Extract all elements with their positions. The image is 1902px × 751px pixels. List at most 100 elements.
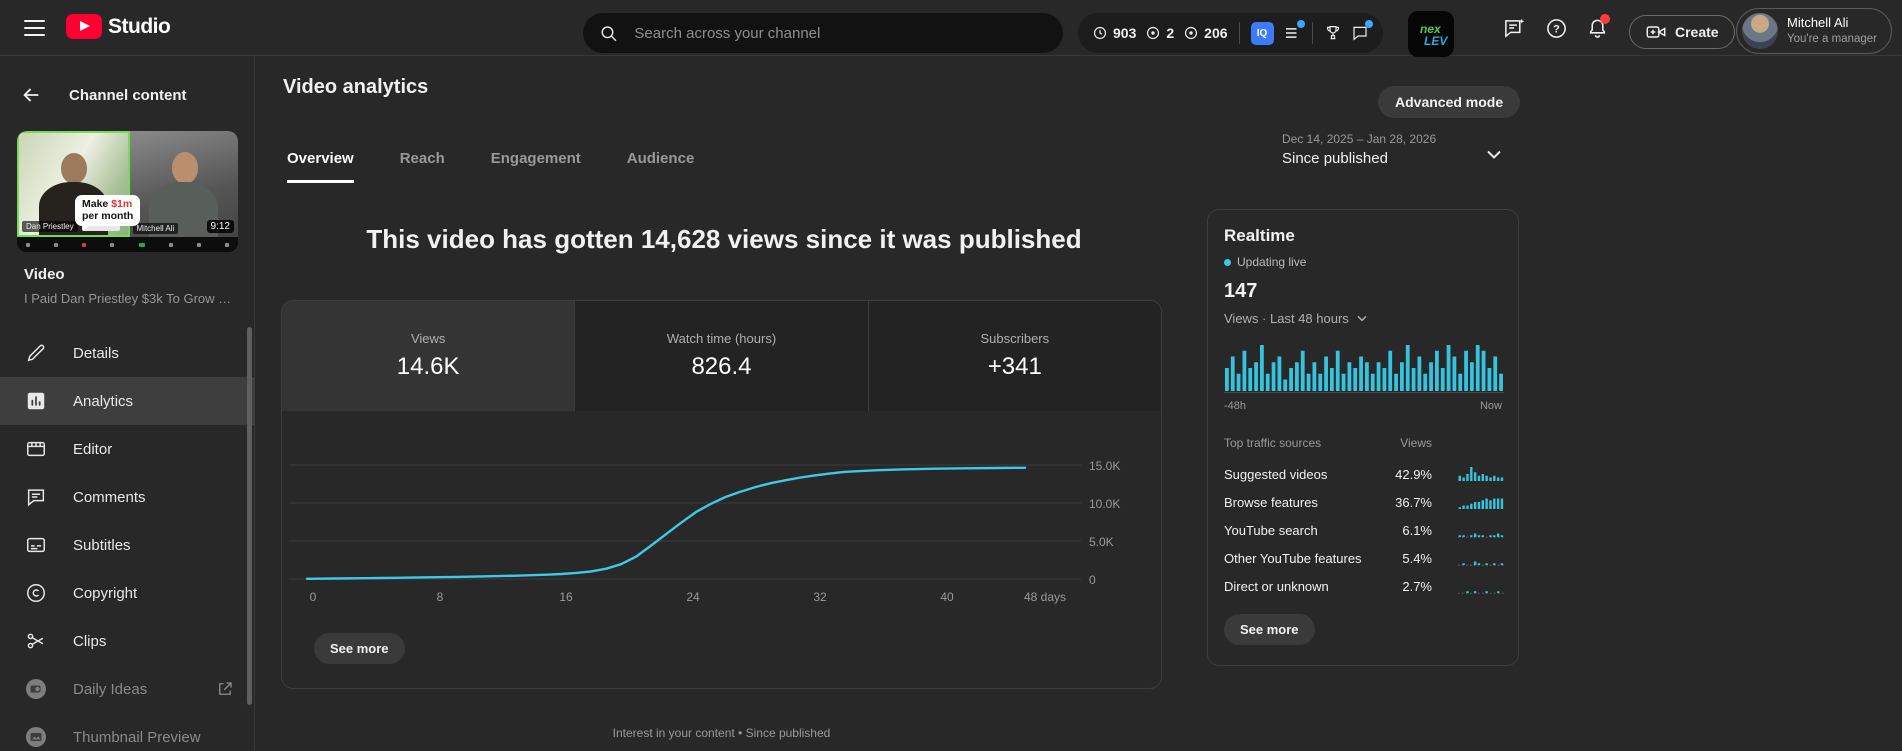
vidiq-icon[interactable]: IQ — [1250, 21, 1274, 45]
views-chart-card: Views 14.6K Watch time (hours) 826.4 Subscri… — [281, 300, 1162, 689]
search-bar[interactable] — [583, 13, 1063, 53]
realtime-card: Realtime Updating live 147 Views · Last … — [1207, 209, 1519, 666]
nexlev-extension-icon[interactable]: nex LEV — [1408, 11, 1454, 57]
sidebar-item-comments[interactable]: Comments — [0, 473, 255, 521]
sidebar-item-label: Editor — [73, 440, 113, 458]
date-chevron-down-icon[interactable] — [1482, 142, 1506, 166]
stat-clock: 903 — [1092, 25, 1136, 41]
traffic-row-direct-or-unknown: Direct or unknown 2.7% — [1224, 572, 1504, 600]
sidebar-item-label: Subtitles — [73, 536, 131, 554]
metric-value: +341 — [987, 353, 1042, 380]
sidebar-item-label: Daily Ideas — [73, 680, 148, 698]
traffic-source-label: Direct or unknown — [1224, 578, 1329, 594]
page-title: Video analytics — [283, 76, 429, 98]
traffic-source-share: 2.7% — [1402, 578, 1432, 594]
chat-icon[interactable] — [1351, 20, 1373, 42]
rank-list-icon[interactable] — [1283, 20, 1305, 42]
realtime-title: Realtime — [1224, 226, 1295, 245]
tab-reach[interactable]: Reach — [400, 150, 445, 183]
traffic-row-youtube-search: YouTube search 6.1% — [1224, 516, 1504, 544]
analytics-tabs: Overview Reach Engagement Audience — [287, 150, 694, 183]
sidebar-item-label: Thumbnail Preview — [73, 728, 201, 746]
traffic-sparkline — [1458, 591, 1504, 594]
pill-divider — [1311, 22, 1313, 44]
trophy-icon[interactable] — [1324, 24, 1342, 42]
metric-label: Subscribers — [980, 331, 1050, 346]
tab-engagement[interactable]: Engagement — [491, 150, 581, 183]
external-link-icon — [216, 680, 234, 698]
traffic-source-label: YouTube search — [1224, 522, 1318, 538]
svg-text:LEV: LEV — [1424, 34, 1448, 48]
avatar — [1742, 13, 1778, 49]
x-tick-label: 24 — [686, 590, 700, 604]
notification-dot — [1364, 20, 1373, 28]
advanced-mode-button[interactable]: Advanced mode — [1378, 86, 1521, 118]
metric-watch-time-hours-[interactable]: Watch time (hours) 826.4 — [574, 301, 868, 411]
youtube-studio-app: Studio 903 2 206 IQ — [0, 0, 1902, 751]
sidebar-item-label: Clips — [73, 632, 107, 650]
sidebar-item-label: Comments — [73, 488, 146, 506]
sidebar-item-subtitles[interactable]: Subtitles — [0, 521, 255, 569]
help-icon[interactable]: ? — [1536, 8, 1576, 48]
sidebar-section-label: Video — [24, 266, 65, 283]
sidebar-item-clips[interactable]: Clips — [0, 617, 255, 665]
notification-dot — [1296, 20, 1305, 28]
metric-value: 826.4 — [691, 353, 752, 380]
hamburger-menu-icon[interactable] — [22, 17, 48, 39]
tab-overview[interactable]: Overview — [287, 150, 354, 183]
traffic-source-share: 5.4% — [1402, 550, 1432, 566]
traffic-row-suggested-videos: Suggested videos 42.9% — [1224, 460, 1504, 488]
x-tick-label: 0 — [309, 590, 317, 604]
tab-audience[interactable]: Audience — [627, 150, 695, 183]
back-to-channel-content[interactable]: Channel content — [0, 84, 187, 106]
notifications-bell-icon[interactable] — [1577, 8, 1617, 48]
traffic-sparkline — [1458, 561, 1504, 566]
y-tick-label: 10.0K — [1089, 497, 1121, 511]
date-range-text: Dec 14, 2025 – Jan 28, 2026 — [1282, 132, 1437, 146]
date-range-picker[interactable]: Dec 14, 2025 – Jan 28, 2026 Since publis… — [1282, 132, 1436, 167]
metric-subscribers[interactable]: Subscribers +341 — [867, 301, 1161, 411]
sidebar: Channel content Dan Priestley Mitchell A… — [0, 56, 255, 751]
thumbnail-text-bubble: Make $1m per month — [75, 194, 141, 232]
studio-wordmark: Studio — [108, 14, 171, 38]
sidebar-item-label: Copyright — [73, 584, 138, 602]
sidebar-scrollbar[interactable] — [247, 327, 252, 705]
sidebar-item-editor[interactable]: Editor — [0, 425, 255, 473]
sidebar-item-analytics[interactable]: Analytics — [0, 377, 255, 425]
thumbnail-toolbar — [17, 237, 238, 252]
sidebar-item-daily-ideas[interactable]: Daily Ideas — [0, 665, 255, 713]
create-button[interactable]: Create — [1629, 15, 1735, 49]
date-mode-text: Since published — [1282, 150, 1388, 167]
realtime-count: 147 — [1224, 280, 1258, 302]
traffic-sparkline — [1458, 533, 1504, 538]
metric-views[interactable]: Views 14.6K — [282, 301, 575, 411]
realtime-caption[interactable]: Views · Last 48 hours — [1224, 310, 1370, 326]
views-line-chart — [289, 464, 1081, 580]
updating-live: Updating live — [1224, 255, 1306, 269]
sidebar-item-copyright[interactable]: Copyright — [0, 569, 255, 617]
traffic-source-label: Other YouTube features — [1224, 550, 1362, 566]
editor-icon — [25, 438, 47, 460]
traffic-row-other-youtube-features: Other YouTube features 5.4% — [1224, 544, 1504, 572]
sidebar-menu: Details Analytics Editor Comments Subtitles C… — [0, 329, 255, 751]
youtube-play-icon — [66, 14, 102, 39]
thumbnail-preview-icon — [25, 726, 47, 748]
account-chip[interactable]: Mitchell Ali You're a manager — [1736, 8, 1893, 54]
traffic-row-browse-features: Browse features 36.7% — [1224, 488, 1504, 516]
chevron-down-icon — [1357, 315, 1367, 322]
topbar: Studio 903 2 206 IQ — [0, 0, 1902, 57]
traffic-source-share: 42.9% — [1395, 466, 1432, 482]
metric-value: 14.6K — [396, 353, 460, 380]
see-more-button[interactable]: See more — [314, 633, 405, 664]
traffic-table-header: Top traffic sources Views — [1224, 436, 1432, 450]
extension-stats-pill[interactable]: 903 2 206 IQ — [1078, 13, 1383, 53]
studio-logo[interactable]: Studio — [66, 14, 171, 39]
search-input[interactable] — [632, 23, 1047, 43]
sidebar-item-details[interactable]: Details — [0, 329, 255, 377]
send-feedback-icon[interactable] — [1494, 8, 1534, 48]
x-tick-label: 16 — [559, 590, 573, 604]
realtime-see-more-button[interactable]: See more — [1224, 614, 1315, 645]
notification-dot-red — [1600, 14, 1610, 24]
views-headline: This video has gotten 14,628 views since… — [366, 224, 1082, 254]
sidebar-item-thumbnail-preview[interactable]: Thumbnail Preview — [0, 713, 255, 751]
